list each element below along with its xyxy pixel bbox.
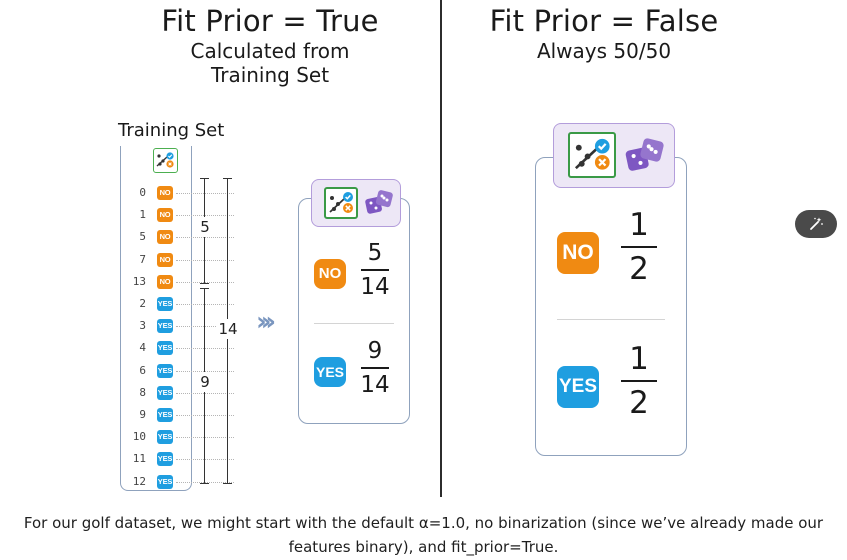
training-row-index: 12 bbox=[132, 474, 146, 488]
yes-badge: YES bbox=[157, 474, 173, 489]
dice-icon bbox=[625, 138, 664, 171]
no-badge: NO bbox=[157, 230, 173, 245]
magic-edit-button[interactable] bbox=[795, 210, 837, 238]
no-prior-fraction-left: 5 14 bbox=[356, 240, 394, 300]
training-row-index: 1 bbox=[139, 208, 146, 222]
caption-line2: features binary), and fit_prior=True. bbox=[288, 538, 559, 556]
left-subtitle-line1: Calculated from bbox=[190, 39, 350, 63]
training-row-index: 9 bbox=[139, 408, 146, 421]
no-prior-fraction-right: 1 2 bbox=[619, 207, 659, 287]
double-chevron-right-icon: ››› bbox=[256, 307, 276, 337]
training-row-index: 6 bbox=[139, 363, 146, 377]
right-title: Fit Prior = False bbox=[489, 4, 719, 38]
panel-separator-right bbox=[557, 319, 665, 320]
panel-separator-left bbox=[314, 323, 394, 324]
yes-prior-numerator-right: 1 bbox=[629, 341, 649, 377]
classifier-check-icon bbox=[324, 187, 358, 219]
training-row-index: 7 bbox=[139, 252, 146, 266]
training-row-index: 11 bbox=[132, 452, 146, 466]
no-badge: NO bbox=[157, 274, 173, 289]
caption-line1: For our golf dataset, we might start wit… bbox=[23, 514, 824, 532]
left-subtitle-line2: Training Set bbox=[210, 63, 330, 87]
yes-prior-numerator-left: 9 bbox=[367, 338, 383, 364]
no-prior-numerator-left: 5 bbox=[367, 240, 383, 266]
model-icon-box-right bbox=[553, 123, 675, 188]
training-row-index: 13 bbox=[132, 274, 146, 288]
training-row-index: 0 bbox=[139, 186, 146, 199]
yes-badge: YES bbox=[157, 385, 173, 400]
training-row-index: 10 bbox=[132, 430, 146, 444]
no-class-badge-right: NO bbox=[557, 232, 599, 274]
yes-badge: YES bbox=[157, 430, 173, 445]
total-count-label: 14 bbox=[217, 319, 239, 339]
yes-badge: YES bbox=[157, 408, 173, 422]
yes-badge: YES bbox=[157, 452, 173, 467]
yes-badge: YES bbox=[157, 319, 173, 334]
left-title: Fit Prior = True bbox=[161, 4, 379, 38]
no-badge: NO bbox=[157, 252, 173, 267]
yes-prior-fraction-right: 1 2 bbox=[619, 341, 659, 421]
yes-class-badge-right: YES bbox=[557, 366, 599, 408]
classifier-check-icon bbox=[568, 132, 616, 178]
yes-count-label: 9 bbox=[198, 372, 212, 392]
training-row-index: 5 bbox=[139, 230, 146, 244]
center-divider bbox=[440, 0, 442, 497]
no-count-label: 5 bbox=[198, 217, 212, 237]
right-subtitle: Always 50/50 bbox=[536, 39, 672, 63]
classifier-check-icon bbox=[153, 148, 178, 173]
no-prior-numerator-right: 1 bbox=[629, 207, 649, 243]
yes-prior-denominator-left: 14 bbox=[360, 371, 390, 398]
yes-prior-denominator-right: 2 bbox=[629, 384, 649, 421]
no-prior-denominator-right: 2 bbox=[629, 250, 649, 287]
yes-badge: YES bbox=[157, 363, 173, 378]
no-badge: NO bbox=[157, 208, 173, 223]
figure-caption: For our golf dataset, we might start wit… bbox=[0, 511, 847, 559]
fit-prior-false-panel bbox=[535, 157, 687, 456]
yes-class-badge-left: YES bbox=[314, 357, 346, 387]
fit-prior-comparison-figure: Fit Prior = True Calculated from Trainin… bbox=[0, 0, 847, 497]
yes-prior-fraction-left: 9 14 bbox=[356, 338, 394, 398]
yes-badge: YES bbox=[157, 297, 173, 311]
yes-badge: YES bbox=[157, 341, 173, 356]
no-prior-denominator-left: 14 bbox=[360, 273, 390, 300]
dice-icon bbox=[365, 190, 393, 214]
no-class-badge-left: NO bbox=[314, 259, 346, 289]
magic-wand-icon bbox=[810, 217, 823, 230]
training-row-index: 8 bbox=[139, 385, 146, 399]
training-row-index: 4 bbox=[139, 341, 146, 355]
training-row-index: 2 bbox=[139, 297, 146, 310]
no-badge: NO bbox=[157, 186, 173, 200]
model-icon-box-left bbox=[311, 179, 401, 227]
training-set-label: Training Set bbox=[118, 120, 225, 141]
training-row-index: 3 bbox=[139, 319, 146, 333]
